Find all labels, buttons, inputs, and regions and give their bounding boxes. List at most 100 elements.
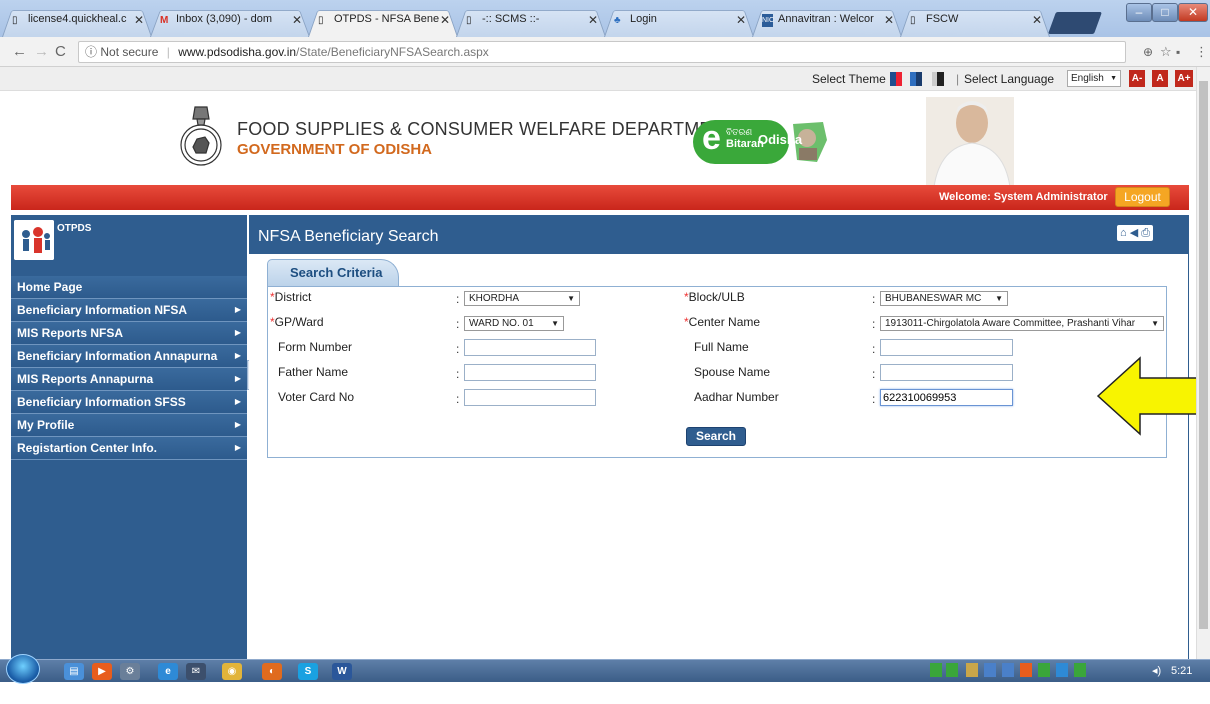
explorer-icon[interactable]: ▤ — [64, 663, 84, 680]
extension-icon[interactable]: ▪ — [1176, 45, 1180, 59]
sidebar-item-my-profile[interactable]: My Profile ▶ — [11, 414, 247, 437]
minimize-button[interactable]: – — [1126, 3, 1152, 22]
sidebar-item-registration-center[interactable]: Registartion Center Info. ▶ — [11, 437, 247, 460]
chevron-right-icon: ▶ — [234, 374, 241, 383]
taskbar-clock[interactable]: 5:21 AM — [1171, 660, 1210, 704]
font-decrease-button[interactable]: A- — [1129, 70, 1145, 87]
browser-tab-login[interactable]: ♣ Login ✕ — [604, 6, 754, 37]
gmail-icon: M — [160, 15, 169, 26]
sidebar-item-beneficiary-sfss[interactable]: Beneficiary Information SFSS ▶ — [11, 391, 247, 414]
font-normal-button[interactable]: A — [1152, 70, 1168, 87]
reload-icon[interactable]: C — [55, 43, 66, 60]
close-icon[interactable]: ✕ — [292, 13, 302, 27]
skype-icon[interactable]: S — [298, 663, 318, 680]
tray-icon[interactable] — [1038, 663, 1050, 677]
close-icon[interactable]: ✕ — [884, 13, 894, 27]
sidebar-item-mis-annapurna[interactable]: MIS Reports Annapurna ▶ — [11, 368, 247, 391]
print-icon[interactable]: ⎙ — [1141, 227, 1150, 239]
browser-tab-annavitran[interactable]: NIC Annavitran : Welcor ✕ — [752, 6, 902, 37]
theme-swatch-blue[interactable] — [890, 72, 902, 86]
firefox-icon[interactable]: ◐ — [262, 663, 282, 680]
chevron-right-icon: ▶ — [234, 443, 241, 452]
chevron-down-icon: ▼ — [551, 319, 559, 328]
chevron-right-icon: ▶ — [234, 328, 241, 337]
new-tab-button[interactable] — [1047, 12, 1103, 34]
browser-tab-license4[interactable]: ▯ license4.quickheal.c ✕ — [2, 6, 152, 37]
close-icon[interactable]: ✕ — [1032, 13, 1042, 27]
browser-tab-fscw[interactable]: ▯ FSCW ✕ — [900, 6, 1050, 37]
sidebar: OTPDS Home Page Beneficiary Information … — [11, 215, 247, 670]
url-path: /State/BeneficiaryNFSASearch.aspx — [296, 45, 489, 59]
info-icon[interactable]: ⓘ — [85, 45, 97, 59]
sidebar-item-beneficiary-annapurna[interactable]: Beneficiary Information Annapurna ▶ — [11, 345, 247, 368]
page-scrollbar[interactable] — [1196, 67, 1210, 659]
close-icon[interactable]: ✕ — [588, 13, 598, 27]
tray-icon[interactable] — [1020, 663, 1032, 677]
page-icon: ▯ — [12, 15, 18, 26]
tray-icon[interactable] — [930, 663, 942, 677]
zoom-icon[interactable]: ⊕ — [1143, 45, 1153, 59]
main-panel: NFSA Beneficiary Search ⌂ ◀ ⎙ Search Cri… — [249, 215, 1189, 670]
close-icon[interactable]: ✕ — [134, 13, 144, 27]
scrollbar-thumb[interactable] — [1199, 81, 1208, 629]
close-icon[interactable]: ✕ — [440, 13, 450, 27]
back-arrow-icon[interactable]: ← — [12, 43, 27, 60]
tray-icon[interactable] — [966, 663, 978, 677]
block-value: BHUBANESWAR MC — [885, 293, 982, 304]
full-name-input[interactable] — [880, 339, 1013, 356]
address-bar: ← → C ⓘ Not secure | www.pdsodisha.gov.i… — [0, 37, 1210, 67]
word-icon[interactable]: W — [332, 663, 352, 680]
block-label: *Block/ULB — [684, 290, 745, 304]
start-button[interactable] — [6, 654, 40, 684]
father-name-input[interactable] — [464, 364, 596, 381]
department-title: FOOD SUPPLIES & CONSUMER WELFARE DEPARTM… — [237, 119, 737, 139]
back-circle-icon[interactable]: ◀ — [1130, 227, 1138, 239]
home-icon[interactable]: ⌂ — [1120, 227, 1127, 239]
tray-icon[interactable] — [1002, 663, 1014, 677]
tab-search-criteria[interactable]: Search Criteria — [267, 259, 399, 286]
chief-minister-photo — [926, 97, 1014, 187]
forward-arrow-icon[interactable]: → — [34, 43, 49, 60]
voter-card-input[interactable] — [464, 389, 596, 406]
close-window-button[interactable]: ✕ — [1178, 3, 1208, 22]
browser-tab-scms[interactable]: ▯ -:: SCMS ::- ✕ — [456, 6, 606, 37]
browser-tab-inbox[interactable]: M Inbox (3,090) - dom ✕ — [150, 6, 310, 37]
tab-title: Login — [630, 13, 657, 25]
user-bar: Welcome: System Administrator Logout — [11, 185, 1189, 210]
search-button[interactable]: Search — [686, 427, 746, 446]
theme-swatch-lightblue[interactable] — [910, 72, 922, 86]
chrome-icon[interactable]: ◉ — [222, 663, 242, 680]
volume-icon[interactable]: ◂) — [1152, 660, 1161, 682]
district-select[interactable]: KHORDHA ▼ — [464, 291, 580, 306]
menu-dots-icon[interactable]: ⋮ — [1195, 44, 1208, 60]
font-increase-button[interactable]: A+ — [1175, 70, 1193, 87]
tray-icon[interactable] — [1056, 663, 1068, 677]
tray-icon[interactable] — [984, 663, 996, 677]
browser-tab-otpds[interactable]: ▯ OTPDS - NFSA Bene ✕ — [308, 6, 458, 37]
tray-icon[interactable] — [946, 663, 958, 677]
settings-icon[interactable]: ⚙ — [120, 663, 140, 680]
logout-button[interactable]: Logout — [1115, 187, 1170, 207]
sidebar-item-label: Beneficiary Information SFSS — [17, 395, 186, 409]
center-name-select[interactable]: 1913011-Chirgolatola Aware Committee, Pr… — [880, 316, 1164, 331]
theme-swatch-dark[interactable] — [932, 72, 944, 86]
close-icon[interactable]: ✕ — [736, 13, 746, 27]
sidebar-item-home[interactable]: Home Page — [11, 276, 247, 299]
sidebar-item-mis-nfsa[interactable]: MIS Reports NFSA ▶ — [11, 322, 247, 345]
url-field[interactable]: ⓘ Not secure | www.pdsodisha.gov.in/Stat… — [78, 41, 1126, 63]
form-number-input[interactable] — [464, 339, 596, 356]
gp-ward-select[interactable]: WARD NO. 01 ▼ — [464, 316, 564, 331]
language-select[interactable]: English ▼ — [1067, 70, 1121, 87]
bookmark-star-icon[interactable]: ☆ — [1160, 44, 1172, 60]
tray-icon[interactable] — [1074, 663, 1086, 677]
mail-icon[interactable]: ✉ — [186, 663, 206, 680]
sidebar-item-beneficiary-nfsa[interactable]: Beneficiary Information NFSA ▶ — [11, 299, 247, 322]
maximize-button[interactable]: □ — [1152, 3, 1178, 22]
ie-icon[interactable]: e — [158, 663, 178, 680]
e-bitaran-odisha: Odisha — [758, 132, 803, 147]
aadhar-number-input[interactable] — [880, 389, 1013, 406]
media-icon[interactable]: ▶ — [92, 663, 112, 680]
spouse-name-input[interactable] — [880, 364, 1013, 381]
department-subtitle: GOVERNMENT OF ODISHA — [237, 141, 433, 158]
block-select[interactable]: BHUBANESWAR MC ▼ — [880, 291, 1008, 306]
